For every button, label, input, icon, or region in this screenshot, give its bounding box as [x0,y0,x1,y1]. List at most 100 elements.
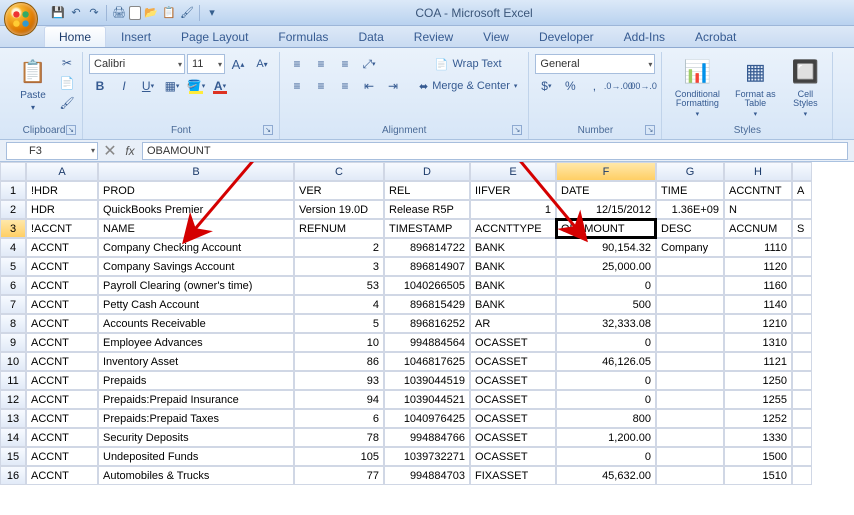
cell-I2[interactable] [792,200,812,219]
cell-C13[interactable]: 6 [294,409,384,428]
cell-styles-button[interactable]: 🔲 Cell Styles▾ [784,54,826,120]
orientation-icon[interactable]: ⤢▾ [358,54,380,74]
col-header-overflow[interactable] [792,162,812,181]
decrease-decimal-icon[interactable]: .00→.0 [631,76,653,96]
row-header-6[interactable]: 6 [0,276,26,295]
cell-H7[interactable]: 1140 [724,295,792,314]
cell-D15[interactable]: 1039732271 [384,447,470,466]
cell-I7[interactable] [792,295,812,314]
cell-B16[interactable]: Automobiles & Trucks [98,466,294,485]
align-middle-icon[interactable]: ≡ [310,54,332,74]
cell-H15[interactable]: 1500 [724,447,792,466]
row-header-5[interactable]: 5 [0,257,26,276]
col-header-G[interactable]: G [656,162,724,181]
cell-G14[interactable] [656,428,724,447]
cell-D12[interactable]: 1039044521 [384,390,470,409]
cell-F14[interactable]: 1,200.00 [556,428,656,447]
cell-B8[interactable]: Accounts Receivable [98,314,294,333]
cell-E15[interactable]: OCASSET [470,447,556,466]
cell-I11[interactable] [792,371,812,390]
paste-button[interactable]: 📋 Paste ▾ [12,54,54,114]
col-header-C[interactable]: C [294,162,384,181]
cell-E2[interactable]: 1 [470,200,556,219]
new-icon[interactable] [129,6,141,20]
cell-H10[interactable]: 1121 [724,352,792,371]
cell-A11[interactable]: ACCNT [26,371,98,390]
col-header-F[interactable]: F [556,162,656,181]
cell-C16[interactable]: 77 [294,466,384,485]
cell-I4[interactable] [792,238,812,257]
cell-G1[interactable]: TIME [656,181,724,200]
cell-C1[interactable]: VER [294,181,384,200]
cut-icon[interactable]: ✂ [58,54,76,72]
col-header-A[interactable]: A [26,162,98,181]
cell-H9[interactable]: 1310 [724,333,792,352]
cell-F6[interactable]: 0 [556,276,656,295]
redo-icon[interactable]: ↷ [86,5,102,21]
cell-G16[interactable] [656,466,724,485]
cell-H13[interactable]: 1252 [724,409,792,428]
cell-G9[interactable] [656,333,724,352]
cell-E8[interactable]: AR [470,314,556,333]
cell-A4[interactable]: ACCNT [26,238,98,257]
cell-F3[interactable]: OBAMOUNT [556,219,656,238]
row-header-15[interactable]: 15 [0,447,26,466]
cell-G2[interactable]: 1.36E+09 [656,200,724,219]
cell-D5[interactable]: 896814907 [384,257,470,276]
tab-add-ins[interactable]: Add-Ins [609,26,680,47]
cell-F5[interactable]: 25,000.00 [556,257,656,276]
cell-F15[interactable]: 0 [556,447,656,466]
align-bottom-icon[interactable]: ≡ [334,54,356,74]
cell-E3[interactable]: ACCNTTYPE [470,219,556,238]
comma-format-icon[interactable]: , [583,76,605,96]
cell-H2[interactable]: N [724,200,792,219]
paste-options-icon[interactable]: 📋 [161,5,177,21]
cell-D11[interactable]: 1039044519 [384,371,470,390]
cell-H12[interactable]: 1255 [724,390,792,409]
fx-icon[interactable]: fx [122,144,138,158]
cell-B3[interactable]: NAME [98,219,294,238]
cell-C10[interactable]: 86 [294,352,384,371]
cell-C14[interactable]: 78 [294,428,384,447]
underline-icon[interactable]: U▾ [137,76,159,96]
cell-B9[interactable]: Employee Advances [98,333,294,352]
cell-H8[interactable]: 1210 [724,314,792,333]
cell-G13[interactable] [656,409,724,428]
tab-review[interactable]: Review [399,26,468,47]
cell-B13[interactable]: Prepaids:Prepaid Taxes [98,409,294,428]
font-name-combo[interactable]: Calibri▾ [89,54,185,74]
font-size-combo[interactable]: 11▾ [187,54,225,74]
cell-G11[interactable] [656,371,724,390]
cell-H16[interactable]: 1510 [724,466,792,485]
cell-D10[interactable]: 1046817625 [384,352,470,371]
cell-C6[interactable]: 53 [294,276,384,295]
conditional-formatting-button[interactable]: 📊 Conditional Formatting▾ [668,54,726,120]
cell-F12[interactable]: 0 [556,390,656,409]
cell-E7[interactable]: BANK [470,295,556,314]
cell-C4[interactable]: 2 [294,238,384,257]
copy-icon[interactable]: 📄 [58,74,76,92]
row-header-9[interactable]: 9 [0,333,26,352]
bold-icon[interactable]: B [89,76,111,96]
cell-C7[interactable]: 4 [294,295,384,314]
col-header-D[interactable]: D [384,162,470,181]
row-header-7[interactable]: 7 [0,295,26,314]
cell-E6[interactable]: BANK [470,276,556,295]
cell-G12[interactable] [656,390,724,409]
cell-F7[interactable]: 500 [556,295,656,314]
open-icon[interactable]: 📂 [143,5,159,21]
cell-G8[interactable] [656,314,724,333]
cell-I1[interactable]: A [792,181,812,200]
cell-C2[interactable]: Version 19.0D [294,200,384,219]
tab-acrobat[interactable]: Acrobat [680,26,751,47]
cell-B7[interactable]: Petty Cash Account [98,295,294,314]
cell-A16[interactable]: ACCNT [26,466,98,485]
cell-H4[interactable]: 1110 [724,238,792,257]
cell-H11[interactable]: 1250 [724,371,792,390]
name-box[interactable]: F3▾ [6,142,98,160]
tab-formulas[interactable]: Formulas [263,26,343,47]
cell-G6[interactable] [656,276,724,295]
row-header-13[interactable]: 13 [0,409,26,428]
fill-color-icon[interactable]: 🪣▾ [185,76,207,96]
cell-C8[interactable]: 5 [294,314,384,333]
